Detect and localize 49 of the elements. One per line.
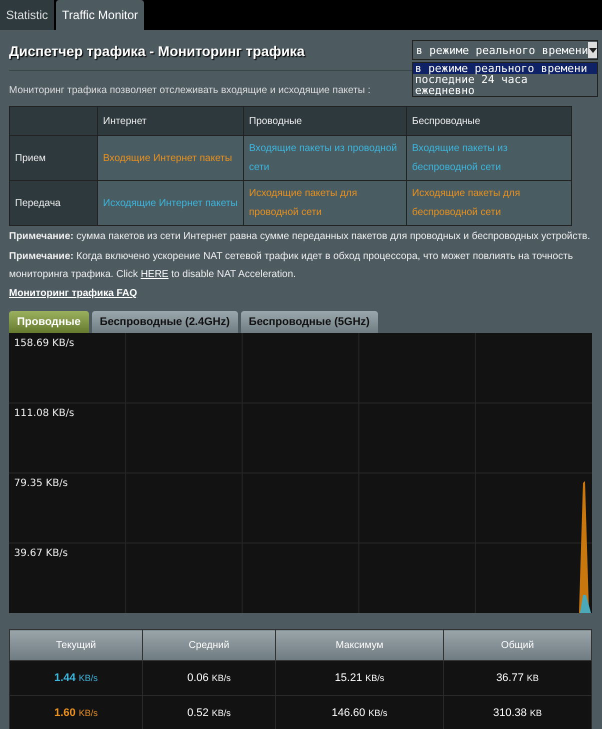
column-header: Максимум [276, 630, 444, 660]
dropdown-option[interactable]: ежедневно [413, 85, 597, 96]
page-title: Диспетчер трафика - Мониторинг трафика [9, 43, 305, 59]
stat-value: 1.60 [54, 707, 76, 719]
packet-label: Исходящие пакеты для проводной сети [249, 188, 358, 218]
axis-label: 79.35 KB/s [14, 478, 68, 489]
packet-label: Входящие Интернет пакеты [103, 152, 232, 164]
unit-label: KB/s [365, 673, 384, 683]
stat-value: 0.06 [187, 672, 209, 684]
unit-label: KB/s [212, 673, 231, 683]
stat-value: 146.60 [332, 707, 366, 719]
packet-label: Входящие пакеты из проводной сети [249, 143, 397, 173]
column-header: Проводные [244, 106, 406, 136]
packet-label: Исходящие пакеты для беспроводной сети [412, 188, 520, 218]
column-header: Средний [142, 630, 276, 660]
unit-label: KB/s [368, 708, 388, 718]
description: Мониторинг трафика позволяет отслеживать входящие и исходящие пакеты : [9, 85, 372, 96]
unit-label: KB [530, 708, 542, 718]
unit-label: KB [526, 673, 539, 683]
unit-label: KB/s [78, 708, 98, 718]
dropdown-option[interactable]: в режиме реального времени [413, 63, 597, 74]
dropdown-option[interactable]: последние 24 часа [413, 74, 597, 85]
stat-value: 310.38 [493, 707, 527, 719]
axis-label: 158.69 KB/s [14, 338, 74, 349]
tab[interactable]: Traffic Monitor [56, 0, 144, 30]
row-header: Передача [10, 180, 98, 226]
unit-label: KB/s [78, 673, 98, 683]
axis-label: 39.67 KB/s [14, 548, 68, 559]
column-header: Текущий [10, 630, 142, 660]
axis-label: 111.08 KB/s [14, 408, 74, 419]
column-header: Беспроводные [406, 106, 572, 136]
column-header: Общий [444, 630, 592, 660]
stat-value: 15.21 [334, 672, 362, 684]
tab[interactable]: Statistic [0, 0, 54, 30]
period-dropdown[interactable]: в режиме реального времени [412, 40, 598, 60]
row-header: Прием [10, 136, 98, 180]
packet-label: Исходящие Интернет пакеты [103, 198, 238, 208]
unit-label: KB/s [212, 708, 231, 718]
graph-tab[interactable]: Беспроводные (5GHz) [240, 311, 378, 333]
stat-value: 36.77 [496, 672, 524, 684]
stat-value: 0.52 [187, 707, 209, 719]
stat-value: 1.44 [54, 672, 76, 684]
here-link[interactable]: HERE [140, 269, 168, 280]
faq-link[interactable]: Мониторинг трафика FAQ [9, 288, 138, 299]
note: Примечание: Когда включено ускорение NAT сетевой трафик идет в обход процессора, что может повлиять на точность мониторинга трафика. Click HERE to disable NAT Acceleration. [9, 250, 574, 282]
note: Примечание: сумма пакетов из сети Интернет равна сумме переданных пакетов для проводных и беспроводных устройств. [9, 230, 592, 244]
graph-tab[interactable]: Беспроводные (2.4GHz) [92, 311, 238, 333]
column-header: Интернет [98, 106, 244, 136]
packet-label: Входящие пакеты из беспроводной сети [412, 143, 508, 173]
